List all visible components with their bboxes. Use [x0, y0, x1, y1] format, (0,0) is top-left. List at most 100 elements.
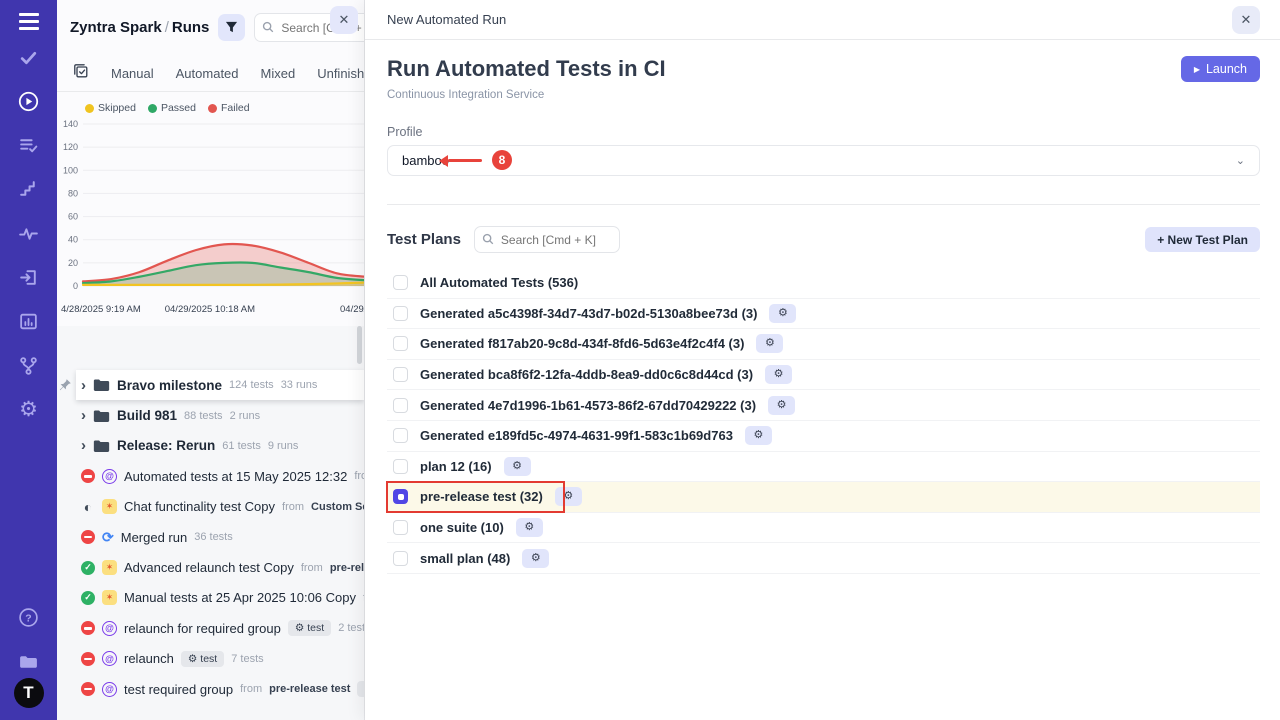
run-row[interactable]: @ Automated tests at 15 May 2025 12:32 f…: [57, 461, 364, 491]
plan-settings-button[interactable]: ⚙: [765, 365, 792, 384]
pulse-nav-activity-icon[interactable]: [12, 216, 46, 250]
plan-row[interactable]: All Automated Tests (536): [387, 268, 1260, 299]
plan-settings-button[interactable]: ⚙: [516, 518, 543, 537]
branch-nav-icon[interactable]: [12, 348, 46, 382]
plan-settings-button[interactable]: ⚙: [522, 549, 549, 568]
plan-checkbox[interactable]: [393, 275, 408, 290]
plan-row[interactable]: Generated bca8f6f2-12fa-4ddb-8ea9-dd0c6c…: [387, 360, 1260, 391]
plan-checkbox[interactable]: [393, 398, 408, 413]
sparkle-run-icon: ✶: [102, 499, 117, 514]
plans-nav-list-check-icon[interactable]: [12, 128, 46, 162]
annotation-badge: 8: [492, 150, 512, 170]
plan-checkbox[interactable]: [393, 367, 408, 382]
plan-settings-button[interactable]: ⚙: [756, 334, 783, 353]
tag-chip[interactable]: ⚙test: [288, 620, 331, 636]
plan-row[interactable]: Generated a5c4398f-34d7-43d7-b02d-5130a8…: [387, 299, 1260, 330]
run-row[interactable]: @ relaunch for required group ⚙test 2 te…: [57, 613, 364, 643]
launch-button[interactable]: ▶Launch: [1181, 56, 1260, 82]
settings-nav-gear-icon[interactable]: ⚙: [12, 392, 46, 426]
run-row[interactable]: @ relaunch ⚙test 7 tests: [57, 644, 364, 674]
run-name[interactable]: Chat functinality test Copy: [124, 499, 275, 514]
menu-icon[interactable]: [19, 13, 39, 30]
run-folder-row[interactable]: › Release: Rerun 61 tests 9 runs: [57, 431, 364, 461]
run-name[interactable]: Manual tests at 25 Apr 2025 10:06 Copy: [124, 590, 356, 605]
tab-mixed[interactable]: Mixed: [261, 66, 296, 81]
scrollbar-thumb[interactable]: [357, 326, 362, 364]
logo-t[interactable]: T: [14, 678, 44, 708]
new-test-plan-button[interactable]: + New Test Plan: [1145, 227, 1260, 252]
analytics-nav-bar-chart-icon[interactable]: [12, 304, 46, 338]
runs-panel-close-icon[interactable]: ✕: [330, 6, 358, 34]
skipped-dot: [85, 104, 94, 113]
run-name[interactable]: relaunch: [124, 651, 174, 666]
runs-nav-play-circle-icon[interactable]: [12, 84, 46, 118]
tag-chip[interactable]: ⚙test: [181, 651, 224, 667]
plan-checkbox[interactable]: [393, 520, 408, 535]
run-row[interactable]: ✓ ✶ Advanced relaunch test Copy from pre…: [57, 552, 364, 582]
plan-row-selected[interactable]: pre-release test (32) ⚙: [387, 482, 1260, 513]
plan-row[interactable]: Generated 4e7d1996-1b61-4573-86f2-67dd70…: [387, 390, 1260, 421]
plan-row[interactable]: small plan (48) ⚙: [387, 543, 1260, 574]
chevron-right-icon[interactable]: ›: [81, 438, 86, 453]
tests-nav-check-icon[interactable]: [12, 40, 46, 74]
from-plan-link[interactable]: pre-release test: [330, 562, 365, 574]
breadcrumb: Zyntra Spark/Runs: [70, 19, 209, 36]
run-name[interactable]: Build 981: [117, 408, 177, 423]
chevron-right-icon[interactable]: ›: [81, 378, 86, 393]
run-name[interactable]: Release: Rerun: [117, 438, 215, 453]
tab-unfinished[interactable]: Unfinished: [317, 66, 365, 81]
run-folder-row[interactable]: › Build 981 88 tests 2 runs: [57, 400, 364, 430]
run-name[interactable]: Advanced relaunch test Copy: [124, 560, 294, 575]
run-row[interactable]: @ test required group from pre-release t…: [57, 674, 364, 704]
plan-checkbox[interactable]: [393, 306, 408, 321]
select-runs-icon[interactable]: [73, 63, 89, 84]
section-name: Runs: [172, 19, 210, 36]
status-blocked-icon: [81, 682, 95, 696]
run-name[interactable]: Bravo milestone: [117, 378, 222, 393]
plan-settings-button[interactable]: ⚙: [555, 487, 582, 506]
plan-settings-button[interactable]: ⚙: [504, 457, 531, 476]
plan-checkbox[interactable]: [393, 551, 408, 566]
legend-failed: Failed: [208, 102, 250, 114]
help-icon[interactable]: ?: [12, 600, 46, 634]
run-name[interactable]: Automated tests at 15 May 2025 12:32: [124, 469, 347, 484]
automated-run-icon: @: [102, 682, 117, 697]
plan-settings-button[interactable]: ⚙: [745, 426, 772, 445]
tag-chip[interactable]: ⚙test: [357, 681, 365, 697]
plan-row[interactable]: Generated f817ab20-9c8d-434f-8fd6-5d63e4…: [387, 329, 1260, 360]
profile-select[interactable]: bamboo 8 ⌄: [387, 145, 1260, 176]
run-name[interactable]: Merged run: [121, 530, 187, 545]
run-folder-row[interactable]: › Bravo milestone 124 tests 33 runs: [76, 370, 364, 400]
plan-checkbox[interactable]: [393, 459, 408, 474]
project-name[interactable]: Zyntra Spark: [70, 19, 162, 36]
milestones-nav-steps-icon[interactable]: [12, 172, 46, 206]
profile-label: Profile: [387, 125, 1260, 139]
plan-checkbox[interactable]: [393, 336, 408, 351]
run-runs-count: 9 runs: [268, 440, 299, 452]
tab-automated[interactable]: Automated: [176, 66, 239, 81]
chevron-right-icon[interactable]: ›: [81, 408, 86, 423]
run-row[interactable]: ◐ ✶ Chat functinality test Copy from Cus…: [57, 492, 364, 522]
run-row[interactable]: ⟳ Merged run 36 tests: [57, 522, 364, 552]
plan-checkbox-checked[interactable]: [393, 489, 408, 504]
plan-row[interactable]: Generated e189fd5c-4974-4631-99f1-583c1b…: [387, 421, 1260, 452]
from-plan-link[interactable]: pre-release test: [269, 683, 350, 695]
run-row[interactable]: ✓ ✶ Manual tests at 25 Apr 2025 10:06 Co…: [57, 583, 364, 613]
filter-button[interactable]: [218, 14, 245, 41]
automated-run-icon: @: [102, 469, 117, 484]
from-plan-link[interactable]: Custom Selection: [311, 501, 365, 513]
plan-row[interactable]: one suite (10) ⚙: [387, 513, 1260, 544]
plans-search-input[interactable]: [474, 226, 620, 253]
tab-manual[interactable]: Manual: [111, 66, 154, 81]
plan-checkbox[interactable]: [393, 428, 408, 443]
panel-close-icon[interactable]: ✕: [1232, 6, 1260, 34]
plan-settings-button[interactable]: ⚙: [769, 304, 796, 323]
projects-folder-icon[interactable]: [12, 644, 46, 678]
plan-settings-button[interactable]: ⚙: [768, 396, 795, 415]
run-name[interactable]: relaunch for required group: [124, 621, 281, 636]
from-label: from: [301, 562, 323, 574]
plan-row[interactable]: plan 12 (16) ⚙: [387, 452, 1260, 483]
import-nav-icon[interactable]: [12, 260, 46, 294]
app-root: ⚙ ? T Zyntra Spark/Runs ✕ Manual Automat…: [0, 0, 1280, 720]
run-name[interactable]: test required group: [124, 682, 233, 697]
